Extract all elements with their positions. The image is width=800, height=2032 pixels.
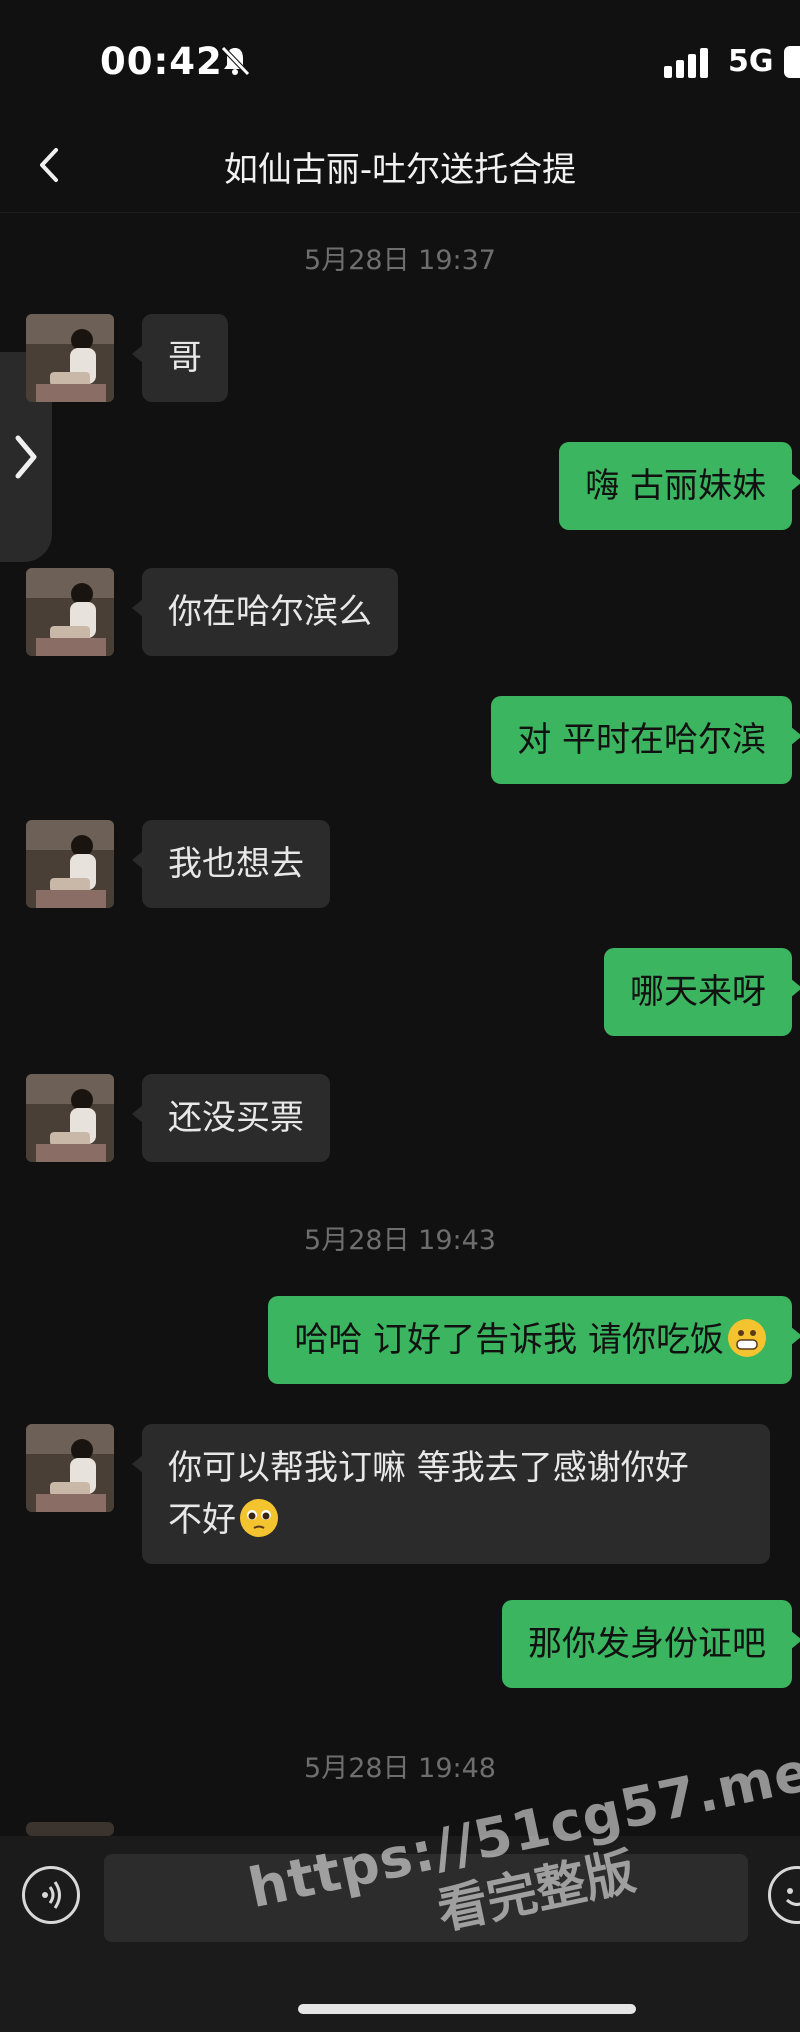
message-text: 哈哈 订好了告诉我 请你吃饭 <box>294 1320 724 1360</box>
status-bar: 00:42 5G <box>0 0 800 120</box>
message-text: 那你发身份证吧 <box>528 1624 766 1664</box>
contact-avatar[interactable] <box>26 1424 114 1512</box>
smiley-icon <box>785 1888 800 1906</box>
message-bubble-outgoing[interactable]: 对 平时在哈尔滨 <box>491 696 800 784</box>
message-bubble-incoming[interactable]: 还没买票 <box>132 1074 330 1162</box>
timestamp: 5月28日 19:37 <box>304 245 496 276</box>
message-bubble-outgoing[interactable]: 哈哈 订好了告诉我 请你吃饭 <box>268 1296 800 1384</box>
contact-avatar[interactable] <box>26 1074 114 1162</box>
message-text: 我也想去 <box>168 844 304 884</box>
mute-bell-icon <box>221 46 250 76</box>
status-time: 00:42 <box>100 40 223 83</box>
emoji-button[interactable] <box>768 1866 800 1924</box>
message-bubble-incoming[interactable]: 我也想去 <box>132 820 330 908</box>
network-type: 5G <box>728 44 774 79</box>
signal-icon <box>664 48 708 78</box>
message-text: 你在哈尔滨么 <box>168 592 372 632</box>
message-bubble-incoming[interactable]: 你在哈尔滨么 <box>132 568 398 656</box>
message-text: 哥 <box>168 338 202 378</box>
message-text: 你可以帮我订嘛 等我去了感谢你好 <box>168 1448 689 1488</box>
timestamp: 5月28日 19:43 <box>304 1225 496 1256</box>
grinning-face-emoji-icon <box>728 1319 766 1357</box>
chat-header: 如仙古丽-吐尔送托合提 <box>0 120 800 213</box>
contact-avatar[interactable] <box>26 1822 114 1836</box>
battery-icon <box>784 46 800 78</box>
message-bubble-outgoing[interactable]: 哪天来呀 <box>604 948 800 1036</box>
chat-title: 如仙古丽-吐尔送托合提 <box>223 150 577 190</box>
home-indicator[interactable] <box>298 2004 636 2014</box>
message-bubble-incoming[interactable]: 哥 <box>132 314 228 402</box>
message-text: 嗨 古丽妹妹 <box>585 466 766 506</box>
message-bubble-outgoing[interactable]: 那你发身份证吧 <box>502 1600 800 1688</box>
message-text: 不好 <box>168 1500 236 1540</box>
pleading-face-emoji-icon <box>240 1499 278 1537</box>
message-text: 哪天来呀 <box>630 972 766 1012</box>
message-bubble-outgoing[interactable]: 嗨 古丽妹妹 <box>559 442 800 530</box>
contact-avatar[interactable] <box>26 314 114 402</box>
voice-input-button[interactable] <box>22 1866 80 1924</box>
message-text: 还没买票 <box>168 1098 304 1138</box>
voice-icon <box>42 1881 61 1909</box>
contact-avatar[interactable] <box>26 820 114 908</box>
contact-avatar[interactable] <box>26 568 114 656</box>
chevron-right-icon <box>15 435 37 479</box>
message-text: 对 平时在哈尔滨 <box>517 720 766 760</box>
message-bubble-incoming[interactable]: 你可以帮我订嘛 等我去了感谢你好 不好 <box>132 1424 770 1564</box>
